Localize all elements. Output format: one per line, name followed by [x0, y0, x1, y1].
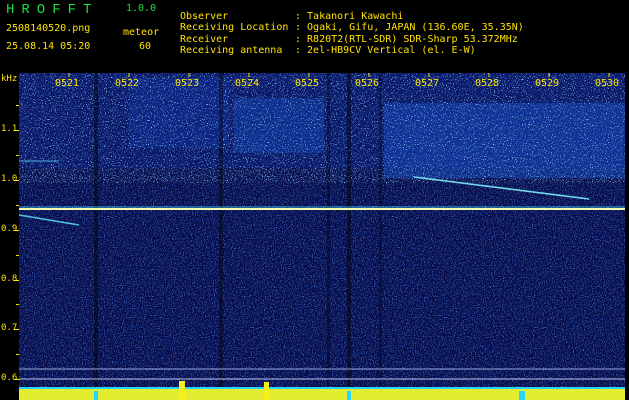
station-info: Observer: Takanori Kawachi Receiving Loc… [180, 4, 524, 56]
time-label-0523: 0523 [175, 78, 200, 89]
spectrogram: 0521 0522 0523 0524 0525 0526 0527 0528 … [19, 73, 625, 400]
activity-band [19, 73, 625, 183]
axis-unit: kHz [1, 74, 18, 84]
info-row-observer: Observer: Takanori Kawachi [180, 11, 404, 22]
time-label-0524: 0524 [235, 78, 260, 89]
info-row-antenna: Receiving antenna: 2el-HB9CV Vertical (e… [180, 44, 476, 56]
y-label-1.1: 1.1 [1, 124, 18, 134]
y-label-0.7: 0.7 [1, 323, 18, 333]
app-title: HROFFT [6, 2, 99, 18]
y-label-0.8: 0.8 [1, 274, 18, 284]
time-label-0521: 0521 [55, 78, 80, 89]
y-label-0.6: 0.6 [1, 373, 18, 383]
meteor-count: 60 [139, 41, 152, 52]
spectrogram-canvas [19, 73, 625, 400]
time-label-0525: 0525 [295, 78, 320, 89]
file-timestamp: 25.08.14 05:20 [6, 41, 91, 52]
app-version: 1.0.0 [126, 3, 157, 14]
file-name: 2508140520.png [6, 23, 91, 34]
time-label-0526: 0526 [355, 78, 380, 89]
frequency-axis: kHz 1.1 1.0 0.9 0.8 0.7 0.6 [0, 73, 19, 400]
y-label-1.0: 1.0 [1, 174, 18, 184]
time-label-0527: 0527 [415, 78, 440, 89]
header-panel: HROFFT 1.0.0 2508140520.png 25.08.14 05:… [0, 0, 629, 73]
y-label-0.9: 0.9 [1, 224, 18, 234]
time-label-0522: 0522 [115, 78, 140, 89]
info-row-receiver: Receiver: R820T2(RTL-SDR) SDR-Sharp 53.3… [180, 33, 518, 45]
time-label-0530: 0530 [595, 78, 620, 89]
info-row-location: Receiving Location: Ogaki, Gifu, JAPAN (… [180, 22, 524, 34]
time-label-0529: 0529 [535, 78, 560, 89]
time-label-0528: 0528 [475, 78, 500, 89]
meteor-label: meteor [123, 27, 160, 38]
